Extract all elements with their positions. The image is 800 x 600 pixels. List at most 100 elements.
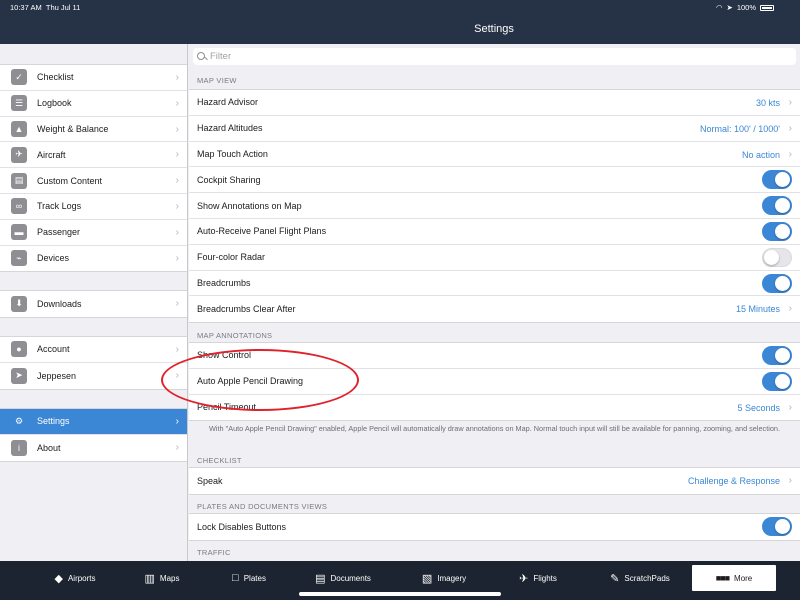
row-map-touch-action[interactable]: Map Touch Action No action › bbox=[189, 142, 800, 168]
row-label: Breadcrumbs bbox=[197, 277, 251, 288]
row-label: Hazard Advisor bbox=[197, 97, 259, 108]
row-breadcrumbs: Breadcrumbs bbox=[189, 271, 800, 297]
sidebar-item-logbook[interactable]: ☰ Logbook › bbox=[0, 91, 187, 117]
custom-content-icon: ▤ bbox=[11, 172, 27, 189]
tab-imagery[interactable]: ▧ Imagery bbox=[414, 565, 474, 591]
chevron-right-icon: › bbox=[175, 369, 179, 381]
row-pencil-timeout[interactable]: Pencil Timeout 5 Seconds › bbox=[189, 395, 800, 421]
auto-receive-toggle[interactable] bbox=[762, 221, 792, 241]
gear-icon: ⚙ bbox=[14, 415, 24, 426]
tab-plates[interactable]: □ Plates bbox=[222, 565, 276, 591]
group-map-view: Hazard Advisor 30 kts › Hazard Altitudes… bbox=[189, 89, 800, 324]
page-title: Settings bbox=[474, 23, 514, 35]
chevron-right-icon: › bbox=[175, 149, 179, 161]
filter-bar bbox=[193, 48, 796, 65]
row-hazard-advisor[interactable]: Hazard Advisor 30 kts › bbox=[189, 90, 800, 116]
tab-flights[interactable]: ✈ Flights bbox=[510, 565, 566, 591]
row-cockpit-sharing: Cockpit Sharing bbox=[189, 167, 800, 194]
tab-label: Imagery bbox=[437, 573, 467, 583]
tab-label: Airports bbox=[67, 573, 96, 583]
tab-airports[interactable]: ◆ Airports bbox=[40, 565, 110, 591]
download-icon: ⬇ bbox=[11, 295, 27, 312]
toggle-knob bbox=[764, 249, 779, 265]
chevron-right-icon: › bbox=[175, 298, 179, 309]
sidebar-item-label: Passenger bbox=[37, 227, 81, 238]
lock-disables-buttons-toggle[interactable] bbox=[762, 517, 792, 536]
filter-input[interactable] bbox=[210, 51, 770, 62]
sidebar-item-label: Jeppesen bbox=[37, 370, 77, 381]
sidebar-item-track-logs[interactable]: ∞ Track Logs › bbox=[0, 194, 187, 220]
row-speak[interactable]: Speak Challenge & Response › bbox=[189, 468, 800, 494]
tab-maps[interactable]: ▥ Maps bbox=[134, 565, 190, 591]
sidebar-item-label: About bbox=[37, 442, 61, 453]
row-show-annotations: Show Annotations on Map bbox=[189, 193, 800, 219]
sidebar-item-checklist[interactable]: ✓ Checklist › bbox=[0, 65, 187, 91]
row-breadcrumbs-clear-after[interactable]: Breadcrumbs Clear After 15 Minutes › bbox=[189, 296, 800, 322]
row-label: Map Touch Action bbox=[197, 148, 268, 159]
tab-label: Plates bbox=[243, 573, 266, 583]
row-label: Pencil Timeout bbox=[197, 402, 257, 413]
status-date-text: Thu Jul 11 bbox=[45, 3, 81, 12]
tab-label: ScratchPads bbox=[624, 573, 670, 583]
sidebar-item-downloads[interactable]: ⬇ Downloads › bbox=[0, 291, 187, 317]
row-value: Challenge & Response bbox=[687, 476, 780, 486]
row-lock-disables-buttons: Lock Disables Buttons bbox=[189, 514, 800, 540]
group-checklist: Speak Challenge & Response › bbox=[189, 467, 800, 495]
sidebar-item-label: Downloads bbox=[37, 298, 82, 309]
row-label: Speak bbox=[197, 475, 223, 486]
sidebar-item-jeppesen[interactable]: ➤ Jeppesen › bbox=[0, 363, 187, 389]
row-label: Show Annotations on Map bbox=[197, 200, 302, 211]
sidebar-item-label: Weight & Balance bbox=[37, 123, 109, 134]
jeppesen-icon: ➤ bbox=[11, 367, 27, 384]
toggle-knob bbox=[775, 275, 790, 291]
sidebar-item-weight-balance[interactable]: ▲ Weight & Balance › bbox=[0, 117, 187, 143]
more-icon: ■■■ bbox=[715, 573, 730, 583]
tab-scratchpads[interactable]: ✎ ScratchPads bbox=[600, 565, 680, 591]
plates-icon: □ bbox=[232, 572, 239, 584]
tab-more[interactable]: ■■■ More bbox=[692, 565, 776, 591]
sidebar-item-devices[interactable]: ⌁ Devices › bbox=[0, 246, 187, 272]
plug-icon: ⌁ bbox=[11, 250, 27, 267]
tab-documents[interactable]: ▤ Documents bbox=[308, 565, 378, 591]
sidebar-item-label: Account bbox=[37, 344, 70, 355]
sidebar-item-about[interactable]: i About › bbox=[0, 435, 187, 461]
auto-apple-pencil-toggle[interactable] bbox=[762, 371, 792, 391]
chevron-right-icon: › bbox=[788, 148, 792, 160]
status-bar: 10:37 AM Thu Jul 11 ◠ ➤ 100% bbox=[0, 0, 800, 14]
status-time-text: 10:37 AM bbox=[10, 3, 42, 12]
row-value: 15 Minutes bbox=[735, 304, 780, 315]
sidebar-group-settings: ⚙ Settings › i About › bbox=[0, 408, 187, 462]
home-indicator[interactable] bbox=[299, 592, 501, 596]
map-annotations-footer-note: With "Auto Apple Pencil Drawing" enabled… bbox=[208, 424, 780, 433]
row-hazard-altitudes[interactable]: Hazard Altitudes Normal: 100' / 1000' › bbox=[189, 116, 800, 142]
cockpit-sharing-toggle[interactable] bbox=[762, 170, 792, 190]
documents-icon: ▤ bbox=[315, 572, 326, 585]
sidebar-group-account: ● Account › ➤ Jeppesen › bbox=[0, 336, 187, 390]
settings-panel: MAP VIEW Hazard Advisor 30 kts › Hazard … bbox=[189, 44, 800, 561]
toggle-knob bbox=[775, 223, 790, 239]
sidebar-item-passenger[interactable]: ▬ Passenger › bbox=[0, 220, 187, 246]
sidebar-item-aircraft[interactable]: ✈ Aircraft › bbox=[0, 142, 187, 169]
seat-icon: ▬ bbox=[11, 224, 27, 241]
chevron-right-icon: › bbox=[788, 401, 792, 413]
sidebar-item-settings[interactable]: ⚙ Settings › bbox=[0, 409, 187, 435]
map-icon: ▥ bbox=[144, 572, 155, 585]
battery-percent: 100% bbox=[736, 3, 756, 12]
row-label: Auto Apple Pencil Drawing bbox=[197, 376, 304, 387]
group-map-annotations: Show Control Auto Apple Pencil Drawing P… bbox=[189, 342, 800, 422]
pencil-icon: ✎ bbox=[610, 572, 620, 585]
status-time: 10:37 AM Thu Jul 11 bbox=[10, 3, 80, 12]
sidebar-item-account[interactable]: ● Account › bbox=[0, 337, 187, 363]
sidebar-item-custom-content[interactable]: ▤ Custom Content › bbox=[0, 168, 187, 194]
sidebar: ✓ Checklist › ☰ Logbook › ▲ Weight & Bal… bbox=[0, 44, 188, 561]
info-icon: i bbox=[11, 439, 27, 456]
breadcrumbs-toggle[interactable] bbox=[762, 273, 792, 293]
imagery-icon: ▧ bbox=[421, 572, 433, 585]
show-annotations-toggle[interactable] bbox=[762, 196, 792, 216]
show-control-toggle[interactable] bbox=[762, 346, 792, 365]
search-icon bbox=[197, 51, 207, 62]
toggle-knob bbox=[775, 519, 790, 534]
chevron-right-icon: › bbox=[175, 175, 179, 187]
row-label: Auto-Receive Panel Flight Plans bbox=[197, 226, 327, 237]
four-color-radar-toggle[interactable] bbox=[762, 247, 792, 267]
